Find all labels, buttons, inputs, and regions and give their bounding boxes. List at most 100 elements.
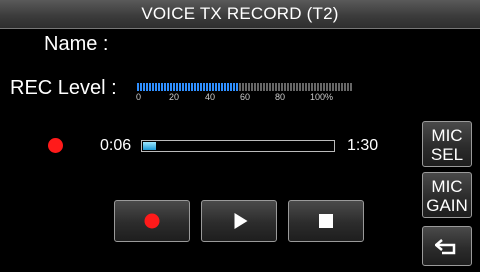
level-segment [284,83,286,91]
level-segment [341,83,343,91]
level-segment [263,83,265,91]
level-segment [338,83,340,91]
level-segment [206,83,208,91]
level-segment [203,83,205,91]
level-segment [254,83,256,91]
level-segment [224,83,226,91]
level-segment [191,83,193,91]
level-segment [329,83,331,91]
level-segment [182,83,184,91]
play-button[interactable] [201,200,277,242]
level-segment [140,83,142,91]
level-segment [173,83,175,91]
level-segment [323,83,325,91]
record-icon [144,213,160,229]
level-segment [269,83,271,91]
level-segment [290,83,292,91]
level-segment [155,83,157,91]
scale-label: 60 [240,92,251,102]
level-segment [233,83,235,91]
level-segment [236,83,238,91]
level-segment [200,83,202,91]
play-icon [234,213,248,229]
scale-label: 0 [136,92,142,102]
level-segment [296,83,298,91]
level-segment [314,83,316,91]
level-segment [176,83,178,91]
mic-gain-button[interactable]: MIC GAIN [422,172,472,218]
stop-icon [319,214,333,228]
level-segment [299,83,301,91]
mic-gain-label-line2: GAIN [426,196,468,215]
level-segment [257,83,259,91]
name-label: Name : [44,33,109,55]
level-segment [221,83,223,91]
level-segment [239,83,241,91]
rec-level-label: REC Level : [10,77,117,99]
rec-level-bar [137,83,352,91]
level-segment [248,83,250,91]
level-segment [185,83,187,91]
level-segment [272,83,274,91]
level-segment [332,83,334,91]
level-segment [311,83,313,91]
level-segment [209,83,211,91]
level-segment [170,83,172,91]
level-segment [335,83,337,91]
level-segment [350,83,352,91]
level-segment [251,83,253,91]
scale-label: 20 [169,92,180,102]
level-segment [260,83,262,91]
level-segment [179,83,181,91]
rec-level-scale: 0 20 40 60 80 100% [136,92,356,104]
level-segment [212,83,214,91]
level-segment [230,83,232,91]
rec-level-meter: 0 20 40 60 80 100% [136,83,356,105]
level-segment [146,83,148,91]
scale-label: 100% [310,92,334,102]
record-button[interactable] [114,200,190,242]
level-segment [227,83,229,91]
mic-sel-label-line1: MIC [431,126,463,145]
mic-gain-label-line1: MIC [431,177,463,196]
level-segment [347,83,349,91]
level-segment [215,83,217,91]
level-segment [293,83,295,91]
level-segment [320,83,322,91]
recording-progress-fill [143,142,156,150]
level-segment [218,83,220,91]
level-segment [149,83,151,91]
level-segment [287,83,289,91]
back-button[interactable] [422,226,472,266]
scale-label: 40 [205,92,216,102]
mic-sel-label-line2: SEL [430,145,464,164]
level-segment [194,83,196,91]
total-time: 1:30 [347,137,379,154]
title-bar: VOICE TX RECORD (T2) [0,0,480,29]
level-segment [245,83,247,91]
return-arrow-icon [435,239,456,255]
level-segment [137,83,139,91]
level-segment [164,83,166,91]
level-segment [152,83,154,91]
level-segment [278,83,280,91]
level-segment [275,83,277,91]
level-segment [302,83,304,91]
stop-button[interactable] [288,200,364,242]
recording-progress-bar [141,140,335,152]
level-segment [161,83,163,91]
level-segment [143,83,145,91]
level-segment [326,83,328,91]
level-segment [266,83,268,91]
level-segment [281,83,283,91]
screen-title: VOICE TX RECORD (T2) [141,4,339,23]
recording-indicator-icon [48,138,63,153]
level-segment [242,83,244,91]
level-segment [158,83,160,91]
level-segment [344,83,346,91]
mic-sel-button[interactable]: MIC SEL [422,121,472,167]
elapsed-time: 0:06 [100,137,132,154]
scale-label: 80 [275,92,286,102]
level-segment [188,83,190,91]
level-segment [305,83,307,91]
